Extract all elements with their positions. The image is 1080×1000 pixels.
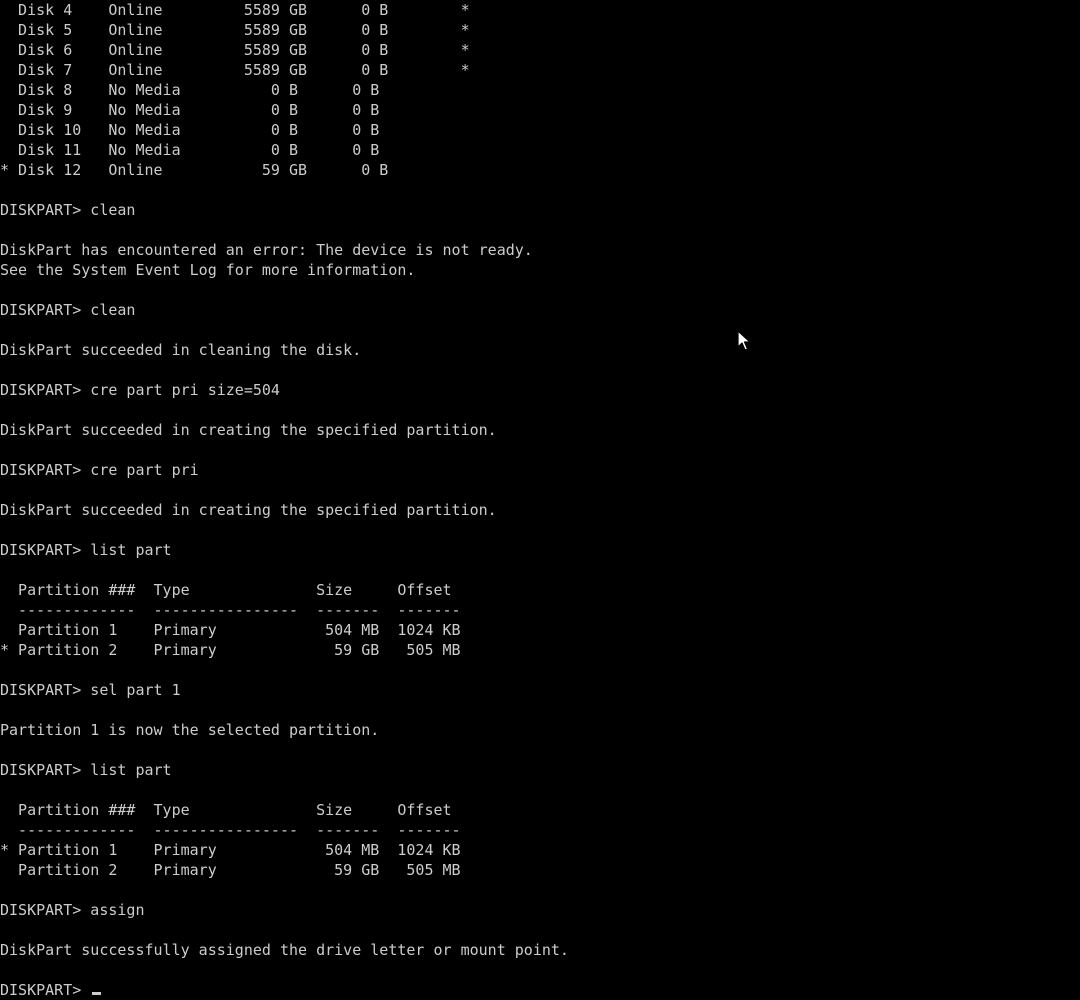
console-line: ------------- ---------------- ------- -… <box>0 821 461 839</box>
console-line: Disk 8 No Media 0 B 0 B <box>0 81 380 99</box>
console-line: DiskPart successfully assigned the drive… <box>0 941 569 959</box>
console-line: DISKPART> clean <box>0 201 136 219</box>
console-line: * Partition 2 Primary 59 GB 505 MB <box>0 641 461 659</box>
console-line: DISKPART> clean <box>0 301 136 319</box>
console-line: ------------- ---------------- ------- -… <box>0 601 461 619</box>
console-line: Disk 9 No Media 0 B 0 B <box>0 101 380 119</box>
console-line: Partition ### Type Size Offset <box>0 581 452 599</box>
console-line: Disk 10 No Media 0 B 0 B <box>0 121 380 139</box>
console-line: DISKPART> cre part pri size=504 <box>0 381 280 399</box>
console-line: Disk 4 Online 5589 GB 0 B * <box>0 1 470 19</box>
prompt-text: DISKPART> <box>0 981 91 999</box>
console-line: DISKPART> list part <box>0 541 172 559</box>
console-line: DiskPart succeeded in cleaning the disk. <box>0 341 362 359</box>
console-line: See the System Event Log for more inform… <box>0 261 416 279</box>
mouse-pointer-icon <box>737 330 751 351</box>
console-output: Disk 4 Online 5589 GB 0 B * Disk 5 Onlin… <box>0 0 1080 1000</box>
console-line: * Partition 1 Primary 504 MB 1024 KB <box>0 841 461 859</box>
console-line: DISKPART> cre part pri <box>0 461 199 479</box>
console-window[interactable]: Disk 4 Online 5589 GB 0 B * Disk 5 Onlin… <box>0 0 1080 1000</box>
console-line: DISKPART> list part <box>0 761 172 779</box>
console-line: Partition 1 Primary 504 MB 1024 KB <box>0 621 461 639</box>
console-line: DISKPART> sel part 1 <box>0 681 181 699</box>
console-line: DiskPart succeeded in creating the speci… <box>0 421 497 439</box>
console-line: DISKPART> assign <box>0 901 145 919</box>
console-line: DiskPart succeeded in creating the speci… <box>0 501 497 519</box>
console-line: DiskPart has encountered an error: The d… <box>0 241 533 259</box>
console-line: Disk 11 No Media 0 B 0 B <box>0 141 380 159</box>
console-line: Partition 1 is now the selected partitio… <box>0 721 380 739</box>
console-line: * Disk 12 Online 59 GB 0 B <box>0 161 389 179</box>
text-cursor <box>92 992 102 995</box>
prompt-line[interactable]: DISKPART> <box>0 980 1080 1000</box>
console-line: Disk 5 Online 5589 GB 0 B * <box>0 21 470 39</box>
console-line: Disk 7 Online 5589 GB 0 B * <box>0 61 470 79</box>
console-line: Partition ### Type Size Offset <box>0 801 452 819</box>
console-line: Disk 6 Online 5589 GB 0 B * <box>0 41 470 59</box>
console-line: Partition 2 Primary 59 GB 505 MB <box>0 861 461 879</box>
